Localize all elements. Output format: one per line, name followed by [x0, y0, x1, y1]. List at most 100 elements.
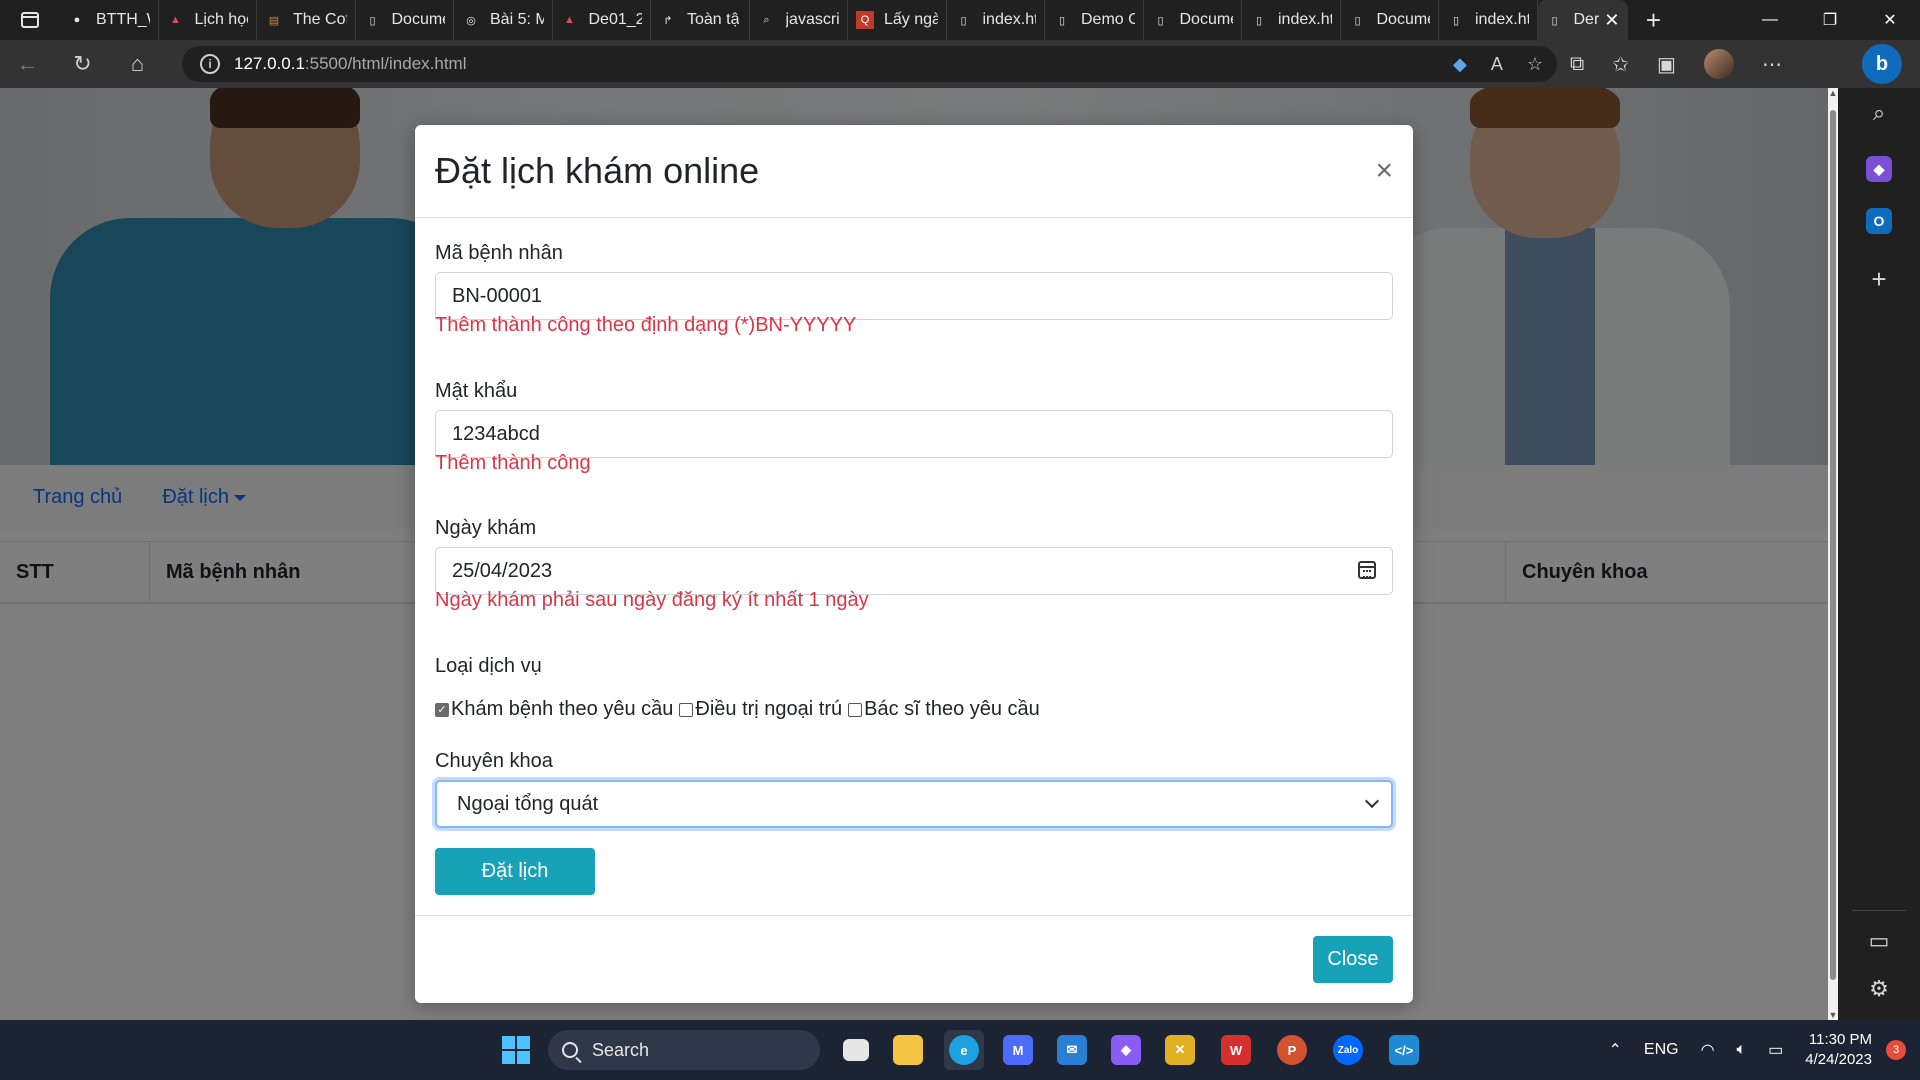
browser-tab[interactable]: ▯ index.ht: [947, 0, 1045, 40]
browser-tab[interactable]: ▯ Docume: [356, 0, 454, 40]
taskbar-search[interactable]: Search: [548, 1030, 820, 1070]
edge-icon: e: [949, 1035, 979, 1065]
service-checkbox-3[interactable]: [848, 702, 863, 717]
bing-copilot-icon[interactable]: b: [1862, 44, 1902, 84]
specialty-select[interactable]: Ngoại tổng quát: [435, 780, 1393, 828]
browser-tab[interactable]: ▯ index.ht: [1242, 0, 1341, 40]
tab-strip: ● BTTH_W ▲ Lịch học ▤ The Cof ▯ Docume ◎ Bài 5: M…: [0, 0, 1920, 40]
browser-tab[interactable]: ▯ index.ht: [1439, 0, 1538, 40]
chevron-up-icon[interactable]: ⌃: [1608, 1040, 1621, 1060]
browser-tab[interactable]: ▯ Demo C: [1045, 0, 1144, 40]
vscode-button[interactable]: </>: [1384, 1030, 1424, 1070]
service-option-3-label[interactable]: Bác sĩ theo yêu cầu: [864, 698, 1040, 721]
app-button-8[interactable]: ✕: [1160, 1030, 1200, 1070]
address-bar[interactable]: i 127.0.0.1:5500/html/index.html ◆ A ☆: [182, 46, 1557, 82]
browser-tab[interactable]: ⌕ javascri: [750, 0, 848, 40]
powerpoint-button[interactable]: P: [1272, 1030, 1312, 1070]
browser-tab[interactable]: ◎ Bài 5: M: [454, 0, 553, 40]
date-input[interactable]: 25/04/2023: [435, 547, 1393, 595]
services-checkbox-group: ✓ Khám bệnh theo yêu cầu Điều trị ngoại t…: [435, 698, 1046, 721]
browser-tab[interactable]: ▲ De01_2(: [553, 0, 651, 40]
taskbar-clock[interactable]: 11:30 PM 4/24/2023: [1805, 1030, 1872, 1070]
volume-icon[interactable]: 🔈︎: [1737, 1041, 1747, 1059]
restore-button[interactable]: ❐: [1800, 0, 1860, 40]
service-checkbox-2[interactable]: [679, 702, 694, 717]
patient-id-input[interactable]: BN-00001: [435, 272, 1393, 320]
tab-title: BTTH_W: [96, 11, 150, 28]
wps-button[interactable]: W: [1216, 1030, 1256, 1070]
new-tab-button[interactable]: +: [1628, 5, 1680, 36]
service-option-1-label[interactable]: Khám bệnh theo yêu cầu: [451, 698, 673, 721]
edge-taskbar-button[interactable]: e: [944, 1030, 984, 1070]
search-icon: [562, 1042, 578, 1058]
tab-title: Bài 5: M: [490, 11, 544, 28]
language-indicator[interactable]: ENG: [1644, 1041, 1679, 1059]
tab-list: ● BTTH_W ▲ Lịch học ▤ The Cof ▯ Docume ◎ Bài 5: M…: [60, 0, 1538, 40]
tab-close-icon[interactable]: ✕: [1604, 10, 1619, 31]
profile-avatar[interactable]: [1703, 49, 1734, 79]
page-scrollbar[interactable]: ▲ ▼: [1828, 88, 1838, 1020]
sidebar-split-icon[interactable]: ▭: [1838, 928, 1920, 954]
sidebar-add-icon[interactable]: +: [1838, 264, 1920, 295]
extensions-icon[interactable]: ⧉: [1570, 53, 1584, 76]
close-button[interactable]: Close: [1313, 936, 1393, 983]
task-view-button[interactable]: [836, 1030, 876, 1070]
tag-icon[interactable]: ◆: [1453, 54, 1467, 75]
modal-close-icon[interactable]: ×: [1375, 156, 1393, 186]
tab-actions-button[interactable]: [0, 0, 60, 40]
password-label: Mật khẩu: [435, 380, 518, 402]
sidebar-search-icon[interactable]: ⌕: [1838, 100, 1920, 126]
back-button[interactable]: ←: [0, 40, 55, 88]
site-info-icon[interactable]: i: [200, 54, 220, 74]
scroll-up-icon[interactable]: ▲: [1828, 88, 1838, 98]
service-option-2-label[interactable]: Điều trị ngoại trú: [695, 698, 842, 721]
app-button-5[interactable]: M: [998, 1030, 1038, 1070]
browser-tab[interactable]: ▯ Docume: [1144, 0, 1242, 40]
system-tray: ⌃ ENG ◠ 🔈︎ ▭ 11:30 PM 4/24/2023 3: [1608, 1020, 1920, 1080]
browser-tab[interactable]: ● BTTH_W: [60, 0, 159, 40]
copilot-taskbar-button[interactable]: ◆: [1106, 1030, 1146, 1070]
start-button[interactable]: [496, 1030, 536, 1070]
home-button[interactable]: ⌂: [110, 40, 165, 88]
password-input[interactable]: 1234abcd: [435, 410, 1393, 458]
file-explorer-button[interactable]: [888, 1030, 928, 1070]
window-controls: — ❐ ✕: [1740, 0, 1920, 40]
browser-tab[interactable]: Q Lấy ngà: [848, 0, 947, 40]
favorites-icon[interactable]: ✩: [1612, 52, 1629, 77]
minimize-button[interactable]: —: [1740, 0, 1800, 40]
sidebar-settings-icon[interactable]: ⚙: [1838, 976, 1920, 1002]
booking-modal: Đặt lịch khám online × Mã bệnh nhân BN-0…: [415, 125, 1413, 1003]
collections-icon[interactable]: ▣: [1657, 52, 1676, 77]
browser-tab[interactable]: ↱ Toàn tậ: [651, 0, 750, 40]
sidebar-outlook-item[interactable]: O: [1838, 208, 1920, 234]
password-message: Thêm thành công: [435, 452, 591, 474]
add-favorite-icon[interactable]: ☆: [1527, 54, 1543, 75]
battery-icon[interactable]: ▭: [1768, 1040, 1783, 1060]
notification-badge[interactable]: 3: [1886, 1040, 1906, 1060]
patient-id-value: BN-00001: [452, 284, 543, 307]
zalo-button[interactable]: Zalo: [1328, 1030, 1368, 1070]
close-window-button[interactable]: ✕: [1860, 0, 1920, 40]
scrollbar-thumb[interactable]: [1830, 110, 1836, 980]
mail-button[interactable]: ✉: [1052, 1030, 1092, 1070]
wifi-icon[interactable]: ◠: [1701, 1040, 1715, 1060]
sidebar-copilot-item[interactable]: ◆: [1838, 156, 1920, 182]
browser-tab[interactable]: ▲ Lịch học: [159, 0, 257, 40]
browser-tab[interactable]: ▯ Docume: [1341, 0, 1439, 40]
qa-icon: Q: [856, 11, 874, 29]
book-icon: ▤: [268, 14, 280, 27]
more-menu-icon[interactable]: ⋯: [1762, 52, 1782, 77]
folder-icon: [893, 1035, 923, 1065]
browser-tab[interactable]: ▤ The Cof: [257, 0, 356, 40]
read-aloud-icon[interactable]: A: [1491, 54, 1503, 75]
search-icon: ⌕: [763, 13, 770, 26]
page-icon: ▯: [1058, 14, 1066, 27]
scroll-down-icon[interactable]: ▼: [1828, 1010, 1838, 1020]
url-host: 127.0.0.1: [234, 54, 305, 73]
service-checkbox-1[interactable]: ✓: [435, 702, 449, 717]
calendar-icon[interactable]: [1358, 561, 1376, 579]
tab-title: Lịch học: [194, 11, 249, 28]
refresh-button[interactable]: ↻: [55, 40, 110, 88]
tab-active[interactable]: ▯ Der ✕: [1537, 0, 1628, 40]
book-appointment-button[interactable]: Đặt lịch: [435, 848, 595, 895]
